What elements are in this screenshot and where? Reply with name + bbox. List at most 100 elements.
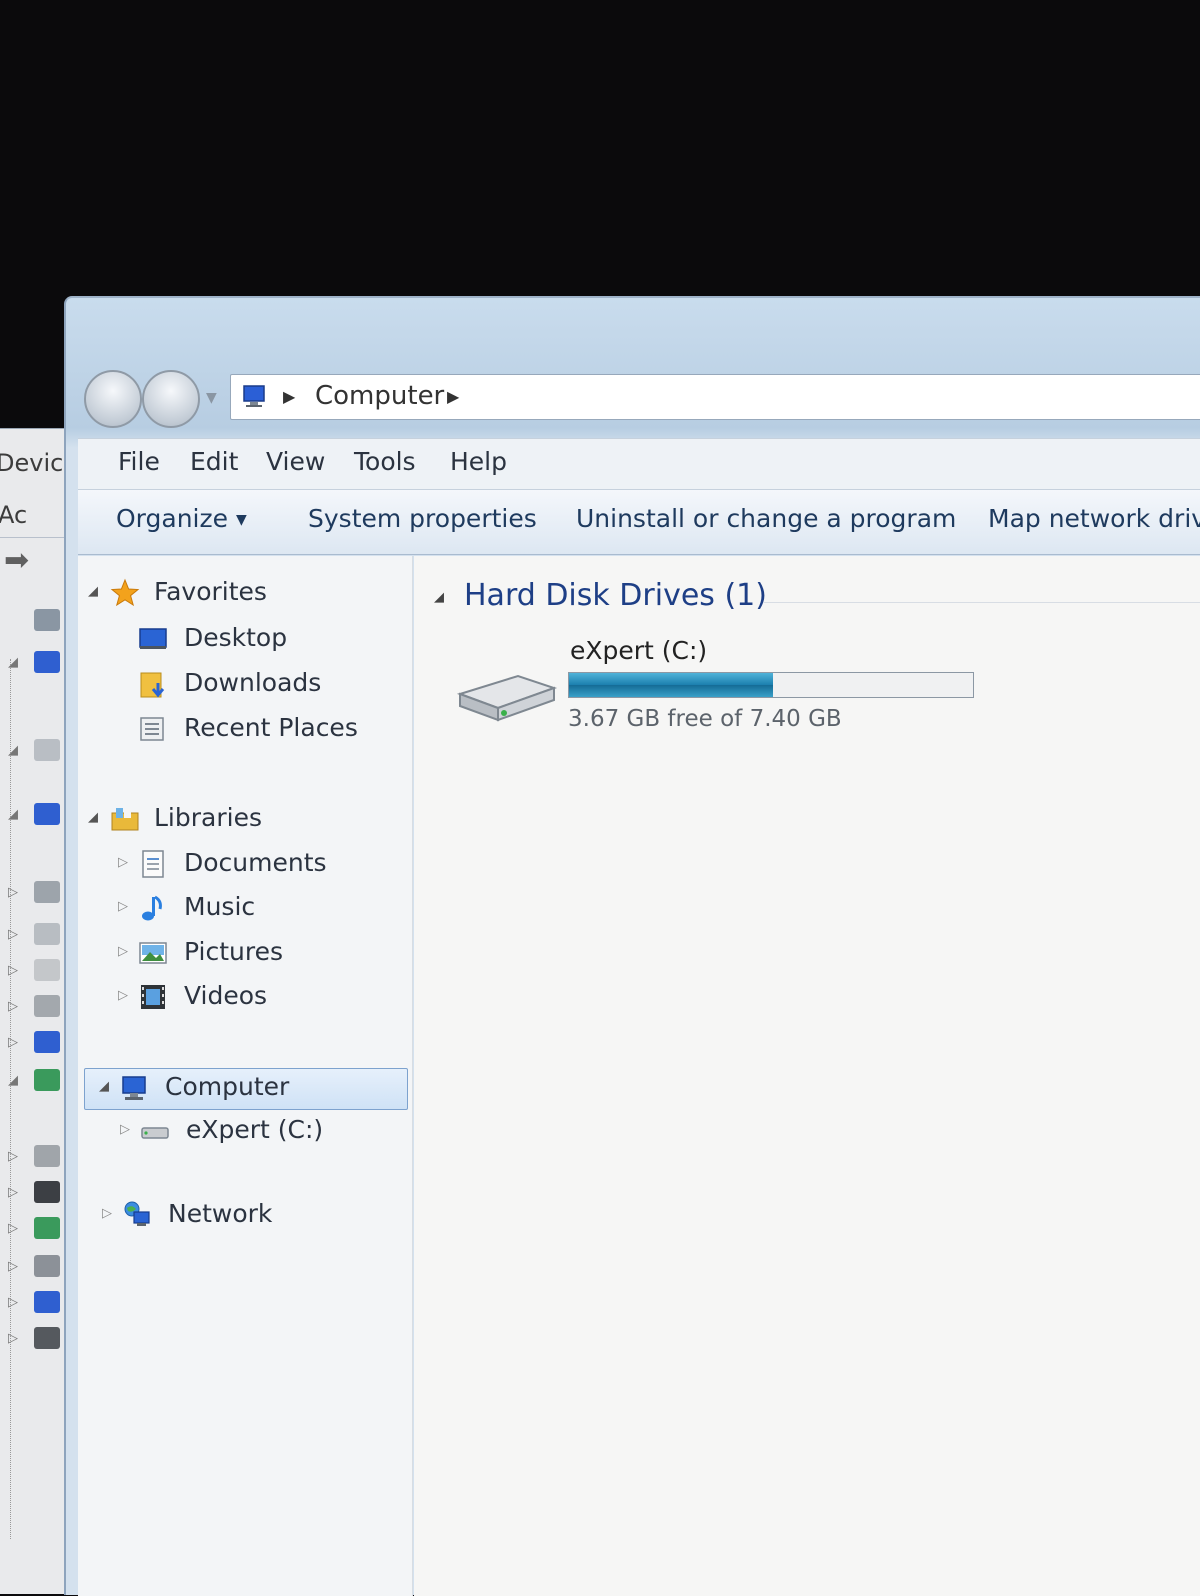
forward-button[interactable] [142,370,200,428]
device-icon [34,959,60,981]
nav-network[interactable]: ▷ Network [88,1198,388,1234]
network-icon [124,1201,150,1226]
recent-places-icon [140,717,164,741]
device-row[interactable]: ◢ [8,803,66,827]
videos-icon [141,985,165,1009]
desktop-icon [139,628,167,649]
nav-label: Libraries [154,803,262,832]
uninstall-program-button[interactable]: Uninstall or change a program [576,504,956,533]
expand-arrow-icon[interactable]: ▷ [120,1122,130,1137]
expand-arrow-icon[interactable]: ◢ [99,1079,109,1094]
map-network-drive-button[interactable]: Map network driv [988,504,1200,533]
nav-label: Desktop [184,623,288,652]
content-pane[interactable]: ◢ Hard Disk Drives (1) eXpert (C:) 3.67 … [414,556,1200,1596]
background-device-manager-window[interactable]: Device Ac ➡ ◢ ◢ ◢ ▷ ▷ ▷ ▷ ▷ ◢ ▷ ▷ ▷ ▷ ▷ … [0,428,70,1594]
star-icon [110,578,140,607]
device-row[interactable]: ▷ [8,995,66,1019]
background-window-menu[interactable]: Ac [0,501,27,529]
nav-music[interactable]: ▷ Music [88,891,388,927]
expand-arrow-icon: ▷ [8,999,18,1014]
libraries-icon [111,808,139,831]
device-icon [34,923,60,945]
device-icon [34,739,60,761]
menu-help[interactable]: Help [450,447,507,476]
pictures-icon [139,942,167,964]
background-tree-line [10,659,12,1539]
device-row[interactable]: ◢ [8,651,66,675]
expand-arrow-icon: ▷ [8,1185,18,1200]
menu-edit[interactable]: Edit [190,447,238,476]
device-row[interactable]: ◢ [8,739,66,763]
expand-arrow-icon: ◢ [8,807,18,822]
device-row[interactable]: ▷ [8,1255,66,1279]
device-row[interactable]: ▷ [8,1327,66,1351]
system-properties-button[interactable]: System properties [308,504,537,533]
address-bar[interactable]: ▶ Computer ▶ [230,374,1200,420]
nav-label: Favorites [154,577,267,606]
breadcrumb-computer[interactable]: Computer [315,381,444,411]
forward-arrow-icon[interactable]: ➡ [4,546,32,576]
nav-pictures[interactable]: ▷ Pictures [88,936,388,972]
device-row[interactable]: ▷ [8,959,66,983]
device-row[interactable]: ◢ [8,1069,66,1093]
organize-button[interactable]: Organize ▼ [116,504,247,533]
recent-pages-dropdown-icon[interactable]: ▼ [206,390,217,406]
device-row[interactable]: ▷ [8,1031,66,1055]
device-icon [34,1217,60,1239]
computer-icon [122,1076,146,1100]
hard-drive-icon [456,674,558,722]
nav-favorites[interactable]: ◢ Favorites [88,576,388,612]
nav-libraries[interactable]: ◢ Libraries [88,802,388,838]
device-row[interactable]: ▷ [8,1181,66,1205]
nav-documents[interactable]: ▷ Documents [88,847,388,883]
nav-downloads[interactable]: Downloads [88,667,388,703]
device-icon [34,1031,60,1053]
nav-recent-places[interactable]: Recent Places [88,712,388,748]
expand-arrow-icon[interactable]: ▷ [118,855,128,870]
expand-arrow-icon: ◢ [8,1073,18,1088]
menu-file[interactable]: File [118,447,160,476]
breadcrumb-chevron-icon[interactable]: ▶ [447,387,459,406]
drive-tile-c[interactable]: eXpert (C:) 3.67 GB free of 7.40 GB [454,636,1014,756]
device-row[interactable]: ▷ [8,1217,66,1241]
expand-arrow-icon[interactable]: ▷ [118,988,128,1003]
explorer-window[interactable]: ▼ ▶ Computer ▶ File Edit View Tools Help… [64,296,1200,1596]
device-row[interactable] [8,609,66,633]
expand-arrow-icon[interactable]: ▷ [102,1206,112,1221]
expand-arrow-icon[interactable]: ◢ [88,810,98,825]
nav-desktop[interactable]: Desktop [88,622,388,658]
device-icon [34,803,60,825]
expand-arrow-icon[interactable]: ◢ [88,584,98,599]
nav-videos[interactable]: ▷ Videos [88,980,388,1016]
nav-label: Documents [184,848,327,877]
drive-usage-bar [568,672,974,698]
expand-arrow-icon: ▷ [8,1331,18,1346]
nav-label: Downloads [184,668,322,697]
device-row[interactable]: ▷ [8,881,66,905]
menu-tools[interactable]: Tools [354,447,416,476]
navigation-pane[interactable]: ◢ Favorites Desktop Downloads Recent Pla… [78,556,413,1596]
device-icon [34,609,60,631]
device-row[interactable]: ▷ [8,923,66,947]
hard-drive-icon [141,1127,169,1139]
downloads-icon [140,672,165,698]
breadcrumb-chevron-icon[interactable]: ▶ [283,387,295,406]
back-button[interactable] [84,370,142,428]
nav-computer[interactable]: ◢ Computer [84,1068,408,1110]
collapse-arrow-icon[interactable]: ◢ [434,590,444,605]
nav-drive-c[interactable]: ▷ eXpert (C:) [88,1114,388,1150]
device-icon [34,995,60,1017]
device-row[interactable]: ▷ [8,1291,66,1315]
device-row[interactable]: ▷ [8,1145,66,1169]
menu-view[interactable]: View [266,447,325,476]
drive-name: eXpert (C:) [570,636,708,665]
expand-arrow-icon: ▷ [8,885,18,900]
expand-arrow-icon: ◢ [8,743,18,758]
expand-arrow-icon: ▷ [8,1149,18,1164]
expand-arrow-icon: ▷ [8,1221,18,1236]
expand-arrow-icon[interactable]: ▷ [118,899,128,914]
menu-bar: File Edit View Tools Help [78,438,1200,490]
organize-label: Organize [116,504,228,533]
drive-free-space: 3.67 GB free of 7.40 GB [568,706,842,732]
expand-arrow-icon[interactable]: ▷ [118,944,128,959]
